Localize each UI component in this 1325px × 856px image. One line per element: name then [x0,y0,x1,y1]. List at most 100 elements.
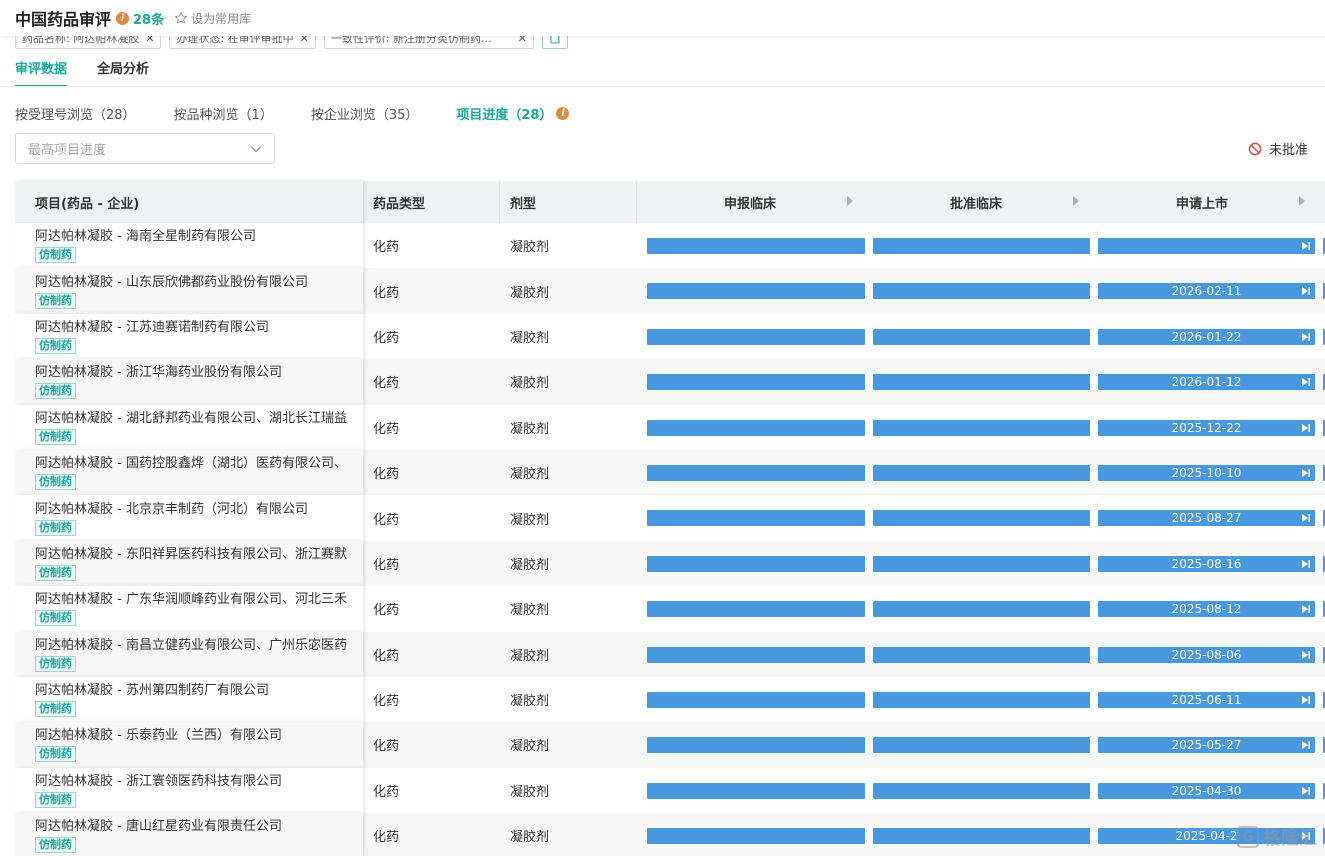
progress-bar-apply-clinical[interactable] [647,283,865,300]
project-cell[interactable]: 阿达帕林凝胶 - 唐山红星药业有限责任公司 仿制药 [15,813,363,856]
forbid-icon [1248,142,1262,155]
table-row[interactable]: 阿达帕林凝胶 - 山东辰欣佛都药业股份有限公司 仿制药 化药 凝胶剂 2026-02-1… [15,268,1325,314]
progress-bar-approve-clinical[interactable] [873,374,1090,391]
project-name[interactable]: 阿达帕林凝胶 - 浙江寰领医药科技有限公司 [35,773,282,790]
progress-bar-apply-market[interactable]: 2025-08-06 [1098,646,1315,663]
column-header-stage-apply-clinical[interactable]: 申报临床 [637,181,863,223]
project-cell[interactable]: 阿达帕林凝胶 - 湖北舒邦药业有限公司、湖北长江瑞益 仿制药 [15,404,363,450]
progress-bar-apply-clinical[interactable] [647,555,865,572]
project-name[interactable]: 阿达帕林凝胶 - 山东辰欣佛都药业股份有限公司 [35,274,308,291]
progress-bar-apply-market[interactable] [1098,238,1315,254]
view-by-acceptance[interactable]: 按受理号浏览（28） [15,104,136,123]
view-by-variety[interactable]: 按品种浏览（1） [174,104,273,123]
table-row[interactable]: 阿达帕林凝胶 - 江苏迪赛诺制药有限公司 仿制药 化药 凝胶剂 2026-01-22 [15,313,1325,360]
progress-bar-apply-clinical[interactable] [647,737,865,754]
info-icon[interactable]: i [116,11,130,25]
project-name[interactable]: 阿达帕林凝胶 - 海南全星制药有限公司 [35,228,256,245]
progress-bar-approve-clinical[interactable] [873,283,1090,300]
progress-bar-approve-clinical[interactable] [873,510,1090,527]
progress-bar-apply-clinical[interactable] [647,374,865,391]
progress-bar-approve-clinical[interactable] [873,691,1090,708]
project-cell[interactable]: 阿达帕林凝胶 - 乐泰药业（兰西）有限公司 仿制药 [15,722,363,768]
project-cell[interactable]: 阿达帕林凝胶 - 北京京丰制药（河北）有限公司 仿制药 [15,495,363,541]
tab-global-analysis[interactable]: 全局分析 [97,58,149,87]
project-name[interactable]: 阿达帕林凝胶 - 南昌立健药业有限公司、广州乐宓医药 [35,637,347,654]
table-row[interactable]: 阿达帕林凝胶 - 国药控股鑫烨（湖北）医药有限公司、 仿制药 化药 凝胶剂 2025-1… [15,449,1325,496]
progress-bar-approve-clinical[interactable] [873,646,1090,663]
progress-bar-apply-clinical[interactable] [647,510,865,527]
progress-bar-approve-clinical[interactable] [873,601,1090,618]
column-header-stage-approve-clinical[interactable]: 批准临床 [863,181,1089,223]
progress-bar-apply-market[interactable]: 2025-08-27 [1098,510,1315,527]
table-row[interactable]: 阿达帕林凝胶 - 浙江华海药业股份有限公司 仿制药 化药 凝胶剂 2026-01-12 [15,359,1325,405]
project-cell[interactable]: 阿达帕林凝胶 - 山东辰欣佛都药业股份有限公司 仿制药 [15,268,363,314]
project-cell[interactable]: 阿达帕林凝胶 - 苏州第四制药厂有限公司 仿制药 [15,676,363,723]
progress-bar-apply-market[interactable]: 2025-06-11 [1098,691,1315,708]
progress-bar-apply-market[interactable]: 2026-01-22 [1098,328,1315,345]
project-cell[interactable]: 阿达帕林凝胶 - 江苏迪赛诺制药有限公司 仿制药 [15,313,363,360]
view-by-company[interactable]: 按企业浏览（35） [311,104,419,123]
progress-bar-apply-market[interactable]: 2025-08-12 [1098,601,1315,618]
project-name[interactable]: 阿达帕林凝胶 - 北京京丰制药（河北）有限公司 [35,501,308,518]
progress-bar-approve-clinical[interactable] [873,782,1090,799]
progress-bar-approve-clinical[interactable] [873,828,1090,845]
table-row[interactable]: 阿达帕林凝胶 - 浙江寰领医药科技有限公司 仿制药 化药 凝胶剂 2025-04-30 [15,767,1325,814]
project-cell[interactable]: 阿达帕林凝胶 - 东阳祥昇医药科技有限公司、浙江赛默 仿制药 [15,540,363,587]
progress-bar-apply-clinical[interactable] [647,601,865,618]
progress-bar-apply-market[interactable]: 2026-02-11 [1098,283,1315,300]
progress-bar-apply-market[interactable]: 2026-01-12 [1098,374,1315,391]
project-cell[interactable]: 阿达帕林凝胶 - 浙江寰领医药科技有限公司 仿制药 [15,767,363,814]
project-name[interactable]: 阿达帕林凝胶 - 广东华润顺峰药业有限公司、河北三禾 [35,591,347,608]
progress-bar-apply-clinical[interactable] [647,328,865,345]
progress-bar-approve-clinical[interactable] [873,238,1090,254]
table-row[interactable]: 阿达帕林凝胶 - 乐泰药业（兰西）有限公司 仿制药 化药 凝胶剂 2025-05-27 [15,722,1325,768]
tab-review-data[interactable]: 审评数据 [15,58,68,87]
project-cell[interactable]: 阿达帕林凝胶 - 国药控股鑫烨（湖北）医药有限公司、 仿制药 [15,449,363,496]
table-row[interactable]: 阿达帕林凝胶 - 东阳祥昇医药科技有限公司、浙江赛默 仿制药 化药 凝胶剂 2025-0… [15,540,1325,587]
progress-bar-apply-market[interactable]: 2025-12-22 [1098,419,1315,436]
project-cell[interactable]: 阿达帕林凝胶 - 南昌立健药业有限公司、广州乐宓医药 仿制药 [15,631,363,677]
progress-bar-apply-clinical[interactable] [647,464,865,481]
progress-bar-apply-clinical[interactable] [647,419,865,436]
progress-bar-apply-market[interactable]: 2025-10-10 [1098,464,1315,481]
project-cell[interactable]: 阿达帕林凝胶 - 浙江华海药业股份有限公司 仿制药 [15,359,363,405]
progress-bar-approve-clinical[interactable] [873,328,1090,345]
table-row[interactable]: 阿达帕林凝胶 - 苏州第四制药厂有限公司 仿制药 化药 凝胶剂 2025-06-11 [15,676,1325,723]
progress-date: 2025-08-27 [1171,511,1242,526]
info-icon[interactable]: i [556,107,570,120]
progress-select[interactable]: 最高项目进度 [15,133,275,164]
progress-bar-apply-clinical[interactable] [647,238,865,254]
table-row[interactable]: 阿达帕林凝胶 - 广东华润顺峰药业有限公司、河北三禾 仿制药 化药 凝胶剂 2025-0… [15,586,1325,632]
progress-bar-apply-market[interactable]: 2025-05-27 [1098,737,1315,754]
project-name[interactable]: 阿达帕林凝胶 - 浙江华海药业股份有限公司 [35,364,282,381]
project-name[interactable]: 阿达帕林凝胶 - 国药控股鑫烨（湖北）医药有限公司、 [35,455,347,472]
progress-bar-approve-clinical[interactable] [873,464,1090,481]
project-name[interactable]: 阿达帕林凝胶 - 东阳祥昇医药科技有限公司、浙江赛默 [35,546,347,563]
table-row[interactable]: 阿达帕林凝胶 - 南昌立健药业有限公司、广州乐宓医药 仿制药 化药 凝胶剂 2025-0… [15,631,1325,677]
project-cell[interactable]: 阿达帕林凝胶 - 广东华润顺峰药业有限公司、河北三禾 仿制药 [15,586,363,632]
progress-bar-approve-clinical[interactable] [873,555,1090,572]
progress-bar-apply-market[interactable]: 2025-04-30 [1098,782,1315,799]
favorite-button[interactable]: 设为常用库 [174,10,251,27]
play-icon [1302,695,1310,704]
unapproved-label: 未批准 [1268,143,1308,158]
progress-bar-apply-clinical[interactable] [647,828,865,845]
progress-bar-apply-clinical[interactable] [647,782,865,799]
project-cell[interactable]: 阿达帕林凝胶 - 海南全星制药有限公司 仿制药 [15,223,363,269]
project-name[interactable]: 阿达帕林凝胶 - 江苏迪赛诺制药有限公司 [35,319,269,336]
project-name[interactable]: 阿达帕林凝胶 - 湖北舒邦药业有限公司、湖北长江瑞益 [35,410,347,427]
progress-bar-apply-market[interactable]: 2025-08-16 [1098,555,1315,572]
progress-bar-approve-clinical[interactable] [873,737,1090,754]
progress-bar-approve-clinical[interactable] [873,419,1090,436]
view-by-progress[interactable]: 项目进度（28） i [456,104,570,123]
progress-bar-apply-clinical[interactable] [647,646,865,663]
progress-bar-apply-clinical[interactable] [647,691,865,708]
project-name[interactable]: 阿达帕林凝胶 - 苏州第四制药厂有限公司 [35,682,269,699]
table-row[interactable]: 阿达帕林凝胶 - 湖北舒邦药业有限公司、湖北长江瑞益 仿制药 化药 凝胶剂 2025-1… [15,404,1325,450]
column-header-stage-apply-market[interactable]: 申请上市 [1089,181,1315,223]
table-row[interactable]: 阿达帕林凝胶 - 唐山红星药业有限责任公司 仿制药 化药 凝胶剂 2025-04-2 [15,813,1325,856]
project-name[interactable]: 阿达帕林凝胶 - 唐山红星药业有限责任公司 [35,818,282,835]
project-name[interactable]: 阿达帕林凝胶 - 乐泰药业（兰西）有限公司 [35,727,282,744]
table-row[interactable]: 阿达帕林凝胶 - 北京京丰制药（河北）有限公司 仿制药 化药 凝胶剂 2025-08-2… [15,495,1325,541]
table-row[interactable]: 阿达帕林凝胶 - 海南全星制药有限公司 仿制药 化药 凝胶剂 [15,223,1325,269]
